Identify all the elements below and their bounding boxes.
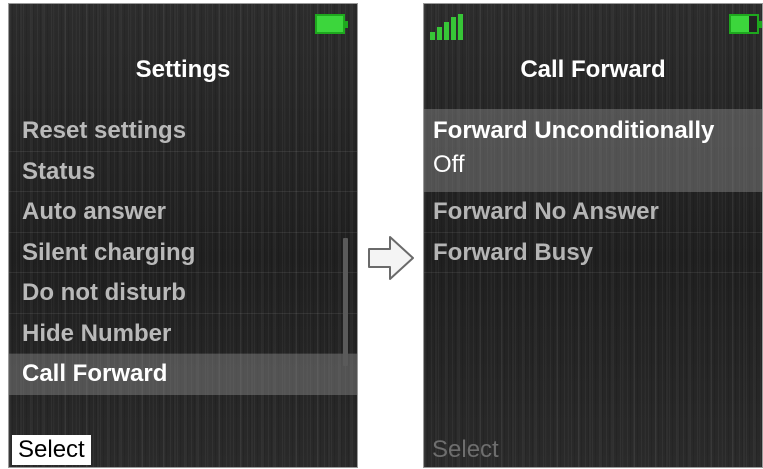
comparison-stage: Settings Reset settings Status Auto answ…: [0, 0, 763, 469]
menu-item-call-forward[interactable]: Call Forward: [9, 354, 357, 395]
right-arrow-icon: [368, 236, 414, 280]
menu-item-silent-charging[interactable]: Silent charging: [9, 233, 357, 273]
screen-title: Call Forward: [520, 56, 666, 83]
settings-screen: Settings Reset settings Status Auto answ…: [8, 3, 358, 468]
select-softkey[interactable]: Select: [426, 435, 505, 465]
settings-menu: Reset settings Status Auto answer Silent…: [9, 111, 357, 395]
battery-icon: [315, 14, 348, 34]
softkey-bar: Select: [424, 433, 762, 467]
menu-item-forward-unconditionally[interactable]: Forward Unconditionally Off: [424, 109, 762, 192]
screen-title: Settings: [135, 56, 231, 83]
menu-item-label: Forward Unconditionally: [433, 117, 715, 144]
menu-item-forward-busy[interactable]: Forward Busy: [424, 233, 762, 273]
select-softkey[interactable]: Select: [12, 435, 91, 465]
menu-item-value: Off: [433, 151, 465, 178]
call-forward-screen: Call Forward Forward Unconditionally Off…: [423, 3, 763, 468]
softkey-bar: Select: [9, 433, 357, 467]
scrollbar[interactable]: [343, 238, 348, 366]
menu-item-auto-answer[interactable]: Auto answer: [9, 192, 357, 233]
menu-item-reset-settings[interactable]: Reset settings: [9, 111, 357, 152]
menu-item-status[interactable]: Status: [9, 152, 357, 192]
menu-item-forward-no-answer[interactable]: Forward No Answer: [424, 192, 762, 233]
signal-strength-icon: [430, 14, 470, 40]
menu-item-hide-number[interactable]: Hide Number: [9, 314, 357, 354]
battery-icon: [729, 14, 762, 34]
menu-item-do-not-disturb[interactable]: Do not disturb: [9, 273, 357, 314]
call-forward-menu: Forward Unconditionally Off Forward No A…: [424, 109, 762, 273]
